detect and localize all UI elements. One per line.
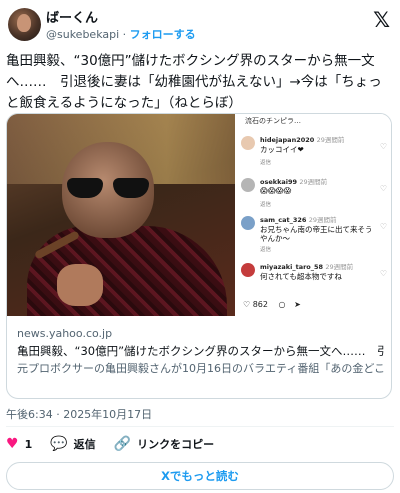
comment-username: sam_cat_326	[260, 216, 307, 224]
comment-username: hidejapan2020	[260, 136, 315, 144]
comment-user: sam_cat_326 29週間前	[260, 214, 337, 224]
link-card-image[interactable]: 流石のチンピラ… hidejapan2020 29週間前 カッコイイ❤ 返信 ♡…	[7, 114, 391, 316]
comment-reply: 返信	[260, 202, 272, 208]
link-domain: news.yahoo.co.jp	[17, 327, 113, 340]
likes-count: 862	[252, 300, 268, 309]
comment-username: osekkai99	[260, 178, 298, 186]
link-card[interactable]: 流石のチンピラ… hidejapan2020 29週間前 カッコイイ❤ 返信 ♡…	[6, 113, 392, 399]
action-bar: ♥ 1 💬 返信 🔗 リンクをコピー	[6, 434, 232, 454]
post-text: 亀田興毅、“30億円”儲けたボクシング界のスターから無一文へ…… 引退後に妻は「…	[6, 53, 382, 111]
heart-icon: ♡	[379, 184, 387, 193]
photo-hand	[57, 264, 103, 306]
heart-icon: ♡	[243, 300, 251, 309]
like-count: 1	[24, 437, 33, 451]
separator: ·	[122, 28, 127, 41]
avatar[interactable]	[8, 8, 41, 41]
heart-icon: ♥	[6, 436, 19, 452]
post-timestamp[interactable]: 午後6:34 · 2025年10月17日	[6, 406, 152, 422]
copy-link-label: リンクをコピー	[137, 438, 215, 451]
like-button[interactable]: ♥ 1	[6, 436, 32, 452]
comment-avatar	[241, 263, 255, 277]
comment-avatar	[241, 136, 255, 150]
comment-user: osekkai99 29週間前	[260, 176, 327, 186]
comment-avatar	[241, 216, 255, 230]
comment-time: 29週間前	[299, 178, 328, 186]
comments-header: 流石のチンピラ…	[245, 117, 301, 125]
comment-avatar	[241, 178, 255, 192]
comment-time: 29週間前	[316, 136, 345, 144]
link-description: 元プロボクサーの亀田興毅さんが10月16日のバラエティ番組「あの金どこ行った？〜…	[17, 362, 385, 375]
photo	[7, 114, 235, 316]
comment-item: hidejapan2020 29週間前 カッコイイ❤ 返信 ♡	[241, 134, 389, 174]
comment-item: sam_cat_326 29週間前 お兄ちゃん南の帝王に出て来そう やんか〜 返…	[241, 214, 389, 254]
comment-user: miyazaki_taro_58 29週間前	[260, 261, 353, 271]
comment-text-continued: やんか〜	[260, 234, 290, 243]
comment-item: osekkai99 29週間前 😱😱😱😱 返信 ♡	[241, 176, 389, 216]
divider	[6, 426, 394, 427]
photo-actions: ♡ 862 ○ ➤	[243, 300, 301, 309]
comment-reply: 返信	[260, 160, 272, 166]
lens-right	[113, 178, 149, 198]
reply-label: 返信	[73, 438, 96, 451]
copy-link-button[interactable]: 🔗 リンクをコピー	[114, 436, 214, 452]
author-handle[interactable]: @sukebekapi	[46, 28, 119, 41]
author-handle-row: @sukebekapi · フォローする	[46, 26, 196, 42]
sunglasses	[67, 178, 153, 198]
lens-left	[67, 178, 103, 198]
comment-item: miyazaki_taro_58 29週間前 何されても超本物ですね ♡	[241, 261, 389, 301]
comment-text: 何されても超本物ですね	[260, 272, 342, 281]
comments-panel: 流石のチンピラ… hidejapan2020 29週間前 カッコイイ❤ 返信 ♡…	[235, 114, 391, 316]
comment-username: miyazaki_taro_58	[260, 263, 324, 271]
comment-time: 29週間前	[325, 263, 354, 271]
heart-icon: ♡	[379, 222, 387, 231]
reply-icon: 💬	[50, 436, 68, 452]
link-icon: 🔗	[113, 436, 132, 452]
comment-user: hidejapan2020 29週間前	[260, 134, 344, 144]
read-more-button[interactable]: Xでもっと読む	[6, 462, 394, 490]
post-header: ばーくん @sukebekapi · フォローする 𝕏	[0, 0, 400, 44]
link-title[interactable]: 亀田興毅、“30億円”儲けたボクシング界のスターから無一文へ…… 引退後に妻は	[17, 343, 385, 359]
share-icon: ➤	[294, 300, 301, 309]
heart-icon: ♡	[379, 142, 387, 151]
post-card: ばーくん @sukebekapi · フォローする 𝕏 亀田興毅、“30億円”儲…	[0, 0, 400, 493]
comment-icon: ○	[278, 300, 286, 309]
heart-icon: ♡	[379, 269, 387, 278]
reply-button[interactable]: 💬 返信	[50, 436, 95, 452]
comment-text: 😱😱😱😱	[260, 186, 292, 195]
comment-reply: 返信	[260, 247, 272, 253]
author-name[interactable]: ばーくん	[46, 7, 98, 26]
comment-text: カッコイイ❤	[260, 145, 304, 154]
follow-button[interactable]: フォローする	[130, 28, 196, 41]
x-logo-icon[interactable]: 𝕏	[373, 8, 390, 32]
comment-time: 29週間前	[308, 216, 337, 224]
